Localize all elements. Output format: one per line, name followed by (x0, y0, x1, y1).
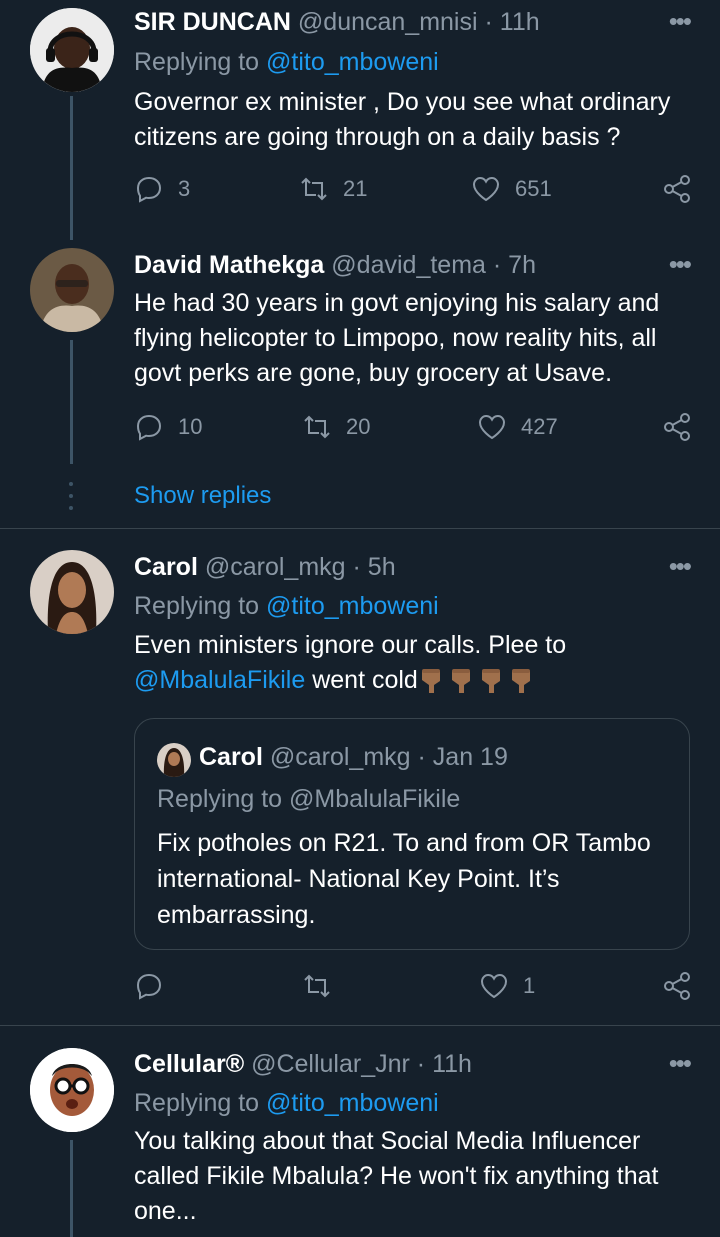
show-replies-link[interactable]: Show replies (134, 482, 271, 510)
mention-link[interactable]: @tito_mboweni (266, 592, 439, 620)
more-options-icon[interactable]: ••• (669, 249, 692, 280)
tweet-header: SIR DUNCAN @duncan_mnisi · 11h (134, 8, 540, 37)
share-icon (664, 175, 690, 203)
tweet-header: Cellular® @Cellular_Jnr · 11h (134, 1050, 472, 1079)
like-button[interactable]: 427 (477, 412, 558, 442)
pointing-down-emoji-icon (418, 666, 538, 694)
share-button[interactable] (662, 174, 692, 204)
thread-line (70, 96, 73, 240)
replying-to: Replying to @tito_mboweni (134, 48, 439, 77)
retweet-button[interactable]: 20 (302, 412, 370, 442)
more-options-icon[interactable]: ••• (669, 6, 692, 37)
tweet-header: Carol @carol_mkg · 5h (134, 553, 396, 582)
display-name[interactable]: David Mathekga (134, 251, 324, 279)
avatar[interactable] (30, 8, 114, 92)
reply-button[interactable] (134, 971, 164, 1001)
timestamp[interactable]: · 7h (493, 251, 536, 279)
share-icon (664, 972, 690, 1000)
tweet-text: You talking about that Social Media Infl… (134, 1127, 659, 1225)
mention-link[interactable]: @tito_mboweni (266, 1089, 439, 1117)
quoted-avatar (157, 743, 191, 777)
tweet-text: He had 30 years in govt enjoying his sal… (134, 289, 660, 387)
retweet-count: 20 (346, 414, 371, 439)
reply-count: 10 (178, 414, 203, 439)
quoted-header: Carol @carol_mkg · Jan 19 (199, 743, 508, 772)
retweet-icon (304, 415, 330, 439)
quoted-handle: @carol_mkg (269, 743, 411, 771)
timestamp[interactable]: · 11h (417, 1050, 472, 1078)
thread-line (70, 340, 73, 464)
tweet-carol[interactable]: Carol @carol_mkg · 5h ••• Replying to @t… (0, 529, 720, 1025)
heart-icon (472, 176, 500, 202)
display-name[interactable]: Carol (134, 553, 198, 581)
quoted-tweet[interactable]: Carol @carol_mkg · Jan 19 Replying to @M… (134, 718, 690, 950)
replying-to-label: Replying to (134, 48, 267, 76)
like-count: 427 (521, 414, 558, 439)
replying-to: Replying to @tito_mboweni (134, 1089, 439, 1118)
like-button[interactable]: 651 (471, 174, 552, 204)
tweet-text: Governor ex minister , Do you see what o… (134, 88, 671, 151)
quoted-display-name: Carol (199, 743, 263, 771)
tweet-actions: 10 20 427 (134, 412, 694, 446)
mention-link[interactable]: @MbalulaFikile (134, 666, 305, 694)
heart-icon (480, 973, 508, 999)
reply-icon (136, 414, 162, 441)
share-icon (664, 413, 690, 441)
retweet-button[interactable]: 21 (299, 174, 367, 204)
tweet-cellular[interactable]: Cellular® @Cellular_Jnr · 11h ••• Replyi… (0, 1026, 720, 1237)
reply-button[interactable]: 3 (134, 174, 190, 204)
timestamp[interactable]: · 11h (485, 8, 540, 36)
avatar[interactable] (30, 248, 114, 332)
retweet-button[interactable] (302, 971, 332, 1001)
like-button[interactable]: 1 (479, 971, 535, 1001)
replying-to: Replying to @tito_mboweni (134, 592, 439, 621)
handle[interactable]: @duncan_mnisi (298, 8, 478, 36)
more-options-icon[interactable]: ••• (669, 551, 692, 582)
retweet-count: 21 (343, 176, 368, 201)
mention-link[interactable]: @tito_mboweni (266, 48, 439, 76)
handle[interactable]: @Cellular_Jnr (251, 1050, 410, 1078)
display-name[interactable]: Cellular® (134, 1050, 244, 1078)
retweet-icon (301, 177, 327, 201)
timestamp[interactable]: · 5h (353, 553, 396, 581)
quoted-timestamp: · Jan 19 (417, 743, 508, 771)
avatar[interactable] (30, 1048, 114, 1132)
replying-to-label: Replying to (134, 1089, 267, 1117)
tweet-actions: 3 21 651 (134, 174, 694, 208)
reply-button[interactable]: 10 (134, 412, 202, 442)
quoted-replying-to: Replying to @MbalulaFikile (157, 785, 461, 813)
heart-icon (478, 414, 506, 440)
tweet-text: Even ministers ignore our calls. Plee to… (134, 628, 694, 698)
reply-icon (136, 973, 162, 1000)
thread-line (70, 1140, 73, 1237)
handle[interactable]: @carol_mkg (205, 553, 346, 581)
reply-icon (136, 176, 162, 203)
replying-to-label: Replying to (134, 592, 267, 620)
more-options-icon[interactable]: ••• (669, 1048, 692, 1079)
thread-continuation-dots (69, 482, 73, 518)
quoted-text: Fix potholes on R21. To and from OR Tamb… (157, 829, 651, 929)
tweet-header: David Mathekga @david_tema · 7h (134, 251, 536, 280)
share-button[interactable] (662, 412, 692, 442)
handle[interactable]: @david_tema (331, 251, 486, 279)
tweet-actions: 1 (134, 971, 694, 1005)
tweet-text-part: Even ministers ignore our calls. Plee to (134, 631, 567, 659)
retweet-icon (304, 974, 330, 998)
tweet-david-mathekga[interactable]: David Mathekga @david_tema · 7h ••• He h… (0, 240, 720, 528)
reply-count: 3 (178, 176, 191, 201)
like-count: 1 (523, 973, 536, 998)
like-count: 651 (515, 176, 552, 201)
tweet-text-part: went cold (305, 666, 418, 694)
share-button[interactable] (662, 971, 692, 1001)
avatar[interactable] (30, 550, 114, 634)
tweet-sir-duncan[interactable]: SIR DUNCAN @duncan_mnisi · 11h ••• Reply… (0, 0, 720, 240)
display-name[interactable]: SIR DUNCAN (134, 8, 291, 36)
